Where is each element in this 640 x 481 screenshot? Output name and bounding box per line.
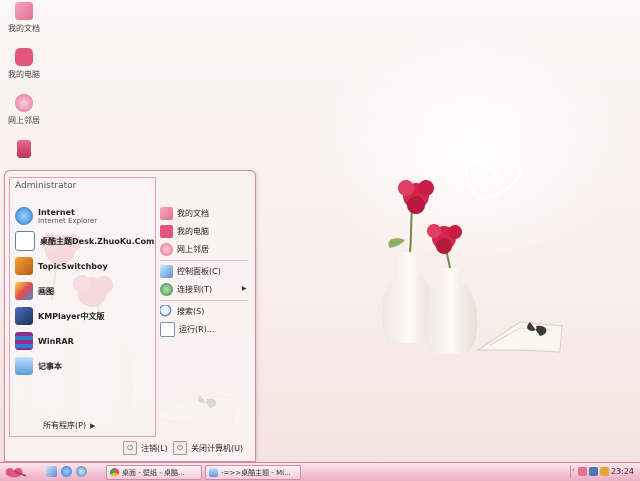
winrar-icon: [15, 332, 33, 350]
right-item-label: 运行(R)...: [179, 324, 215, 334]
start-menu-footer: ⏻ 注销(L) ⏻ 关闭计算机(U): [5, 437, 255, 461]
right-item-run[interactable]: 运行(R)...: [160, 321, 214, 337]
network-icon: [15, 94, 33, 112]
power-icon: ⏻: [173, 441, 187, 455]
search-icon: [160, 304, 173, 318]
program-internet-explorer[interactable]: Internet Internet Explorer: [15, 205, 97, 227]
tray-app-icon[interactable]: [578, 467, 587, 476]
program-title: Internet: [38, 207, 75, 217]
logoff-label: 注销(L): [141, 443, 168, 453]
my-computer-icon: [160, 224, 173, 238]
kmplayer-icon: [15, 307, 33, 325]
ie-quicklaunch-icon[interactable]: [61, 466, 72, 477]
control-panel-icon: [160, 264, 173, 278]
program-topic-switch[interactable]: TopicSwitchboy: [15, 255, 108, 277]
right-item-label: 网上邻居: [177, 244, 209, 254]
all-programs-label: 所有程序(P): [43, 421, 87, 430]
right-item-label: 搜索(S): [177, 306, 205, 316]
right-item-label: 控制面板(C): [177, 266, 221, 276]
right-item-my-documents[interactable]: 我的文档: [160, 205, 209, 221]
program-title: 桌酷主题Desk.ZhuoKu.Com: [40, 236, 155, 246]
task-label: -=>>桌酷主题 - Mi...: [221, 468, 291, 477]
tray-volume-icon[interactable]: [600, 467, 609, 476]
program-title: KMPlayer中文版: [38, 311, 105, 321]
right-item-label: 连接到(T): [177, 284, 213, 294]
all-programs-button[interactable]: 所有程序(P) ▶: [43, 420, 95, 431]
program-kmplayer[interactable]: KMPlayer中文版: [15, 305, 105, 327]
right-item-connect-to[interactable]: 连接到(T): [160, 281, 212, 297]
right-item-search[interactable]: 搜索(S): [160, 303, 204, 319]
taskbar-clock[interactable]: 23:24: [611, 467, 634, 476]
right-item-label: 我的电脑: [177, 226, 209, 236]
media-player-icon[interactable]: [76, 466, 87, 477]
program-paint[interactable]: 画图: [15, 280, 54, 302]
right-item-network[interactable]: 网上邻居: [160, 241, 209, 257]
my-documents-icon: [15, 2, 33, 20]
logoff-icon: ⏻: [123, 441, 137, 455]
desktop-icon-my-computer[interactable]: 我的电脑: [2, 48, 46, 80]
start-menu: Administrator Internet Internet Explorer…: [4, 170, 256, 462]
desktop-icon-label: 我的电脑: [8, 70, 40, 79]
chrome-icon: [110, 468, 119, 477]
network-icon: [160, 242, 173, 256]
my-computer-icon: [15, 48, 33, 66]
task-button-theme[interactable]: -=>>桌酷主题 - Mi...: [205, 465, 301, 480]
system-tray: ‹ 23:24: [572, 465, 638, 479]
notepad-icon: [15, 357, 33, 375]
right-item-label: 我的文档: [177, 208, 209, 218]
program-zhuoku[interactable]: 桌酷主题Desk.ZhuoKu.Com: [15, 230, 154, 252]
topic-icon: [15, 257, 33, 275]
desktop-icon-network[interactable]: 网上邻居: [2, 94, 46, 126]
program-title: TopicSwitchboy: [38, 261, 108, 271]
program-title: 画图: [38, 286, 54, 296]
logoff-button[interactable]: ⏻ 注销(L): [123, 441, 168, 455]
paint-icon: [15, 282, 33, 300]
connect-icon: [160, 282, 173, 296]
program-notepad[interactable]: 记事本: [15, 355, 62, 377]
arrow-right-icon: ▶: [90, 422, 96, 430]
tray-network-icon[interactable]: [589, 467, 598, 476]
menu-separator: [160, 300, 248, 301]
program-title: WinRAR: [38, 336, 74, 346]
program-winrar[interactable]: WinRAR: [15, 330, 74, 352]
start-button[interactable]: [2, 464, 32, 480]
shutdown-label: 关闭计算机(U): [191, 443, 244, 453]
tray-separator: [570, 465, 571, 479]
desktop-icon-recycle-bin[interactable]: [2, 140, 46, 161]
run-icon: [160, 321, 175, 337]
document-icon: [209, 468, 218, 477]
menu-separator: [160, 260, 248, 261]
recycle-bin-icon: [17, 140, 31, 158]
task-button-wallpaper[interactable]: 桌面 - 壁纸 - 桌酷...: [106, 465, 202, 480]
ie-icon: [15, 207, 33, 225]
program-title: 记事本: [38, 361, 62, 371]
desktop-icon-label: 我的文档: [8, 24, 40, 33]
submenu-arrow-icon: ▶: [242, 285, 247, 292]
task-label: 桌面 - 壁纸 - 桌酷...: [122, 468, 185, 477]
show-desktop-icon[interactable]: [46, 466, 57, 477]
my-documents-icon: [160, 206, 173, 220]
shutdown-button[interactable]: ⏻ 关闭计算机(U): [173, 441, 243, 455]
right-item-my-computer[interactable]: 我的电脑: [160, 223, 209, 239]
tray-expand-icon[interactable]: ‹: [572, 466, 575, 474]
taskbar: 桌面 - 壁纸 - 桌酷... -=>>桌酷主题 - Mi... ‹ 23:24: [0, 462, 640, 481]
zhuoku-icon: [15, 231, 35, 251]
program-subtitle: Internet Explorer: [38, 216, 98, 225]
right-item-control-panel[interactable]: 控制面板(C): [160, 263, 221, 279]
desktop-icon-label: 网上邻居: [8, 116, 40, 125]
desktop-icon-my-documents[interactable]: 我的文档: [2, 2, 46, 34]
